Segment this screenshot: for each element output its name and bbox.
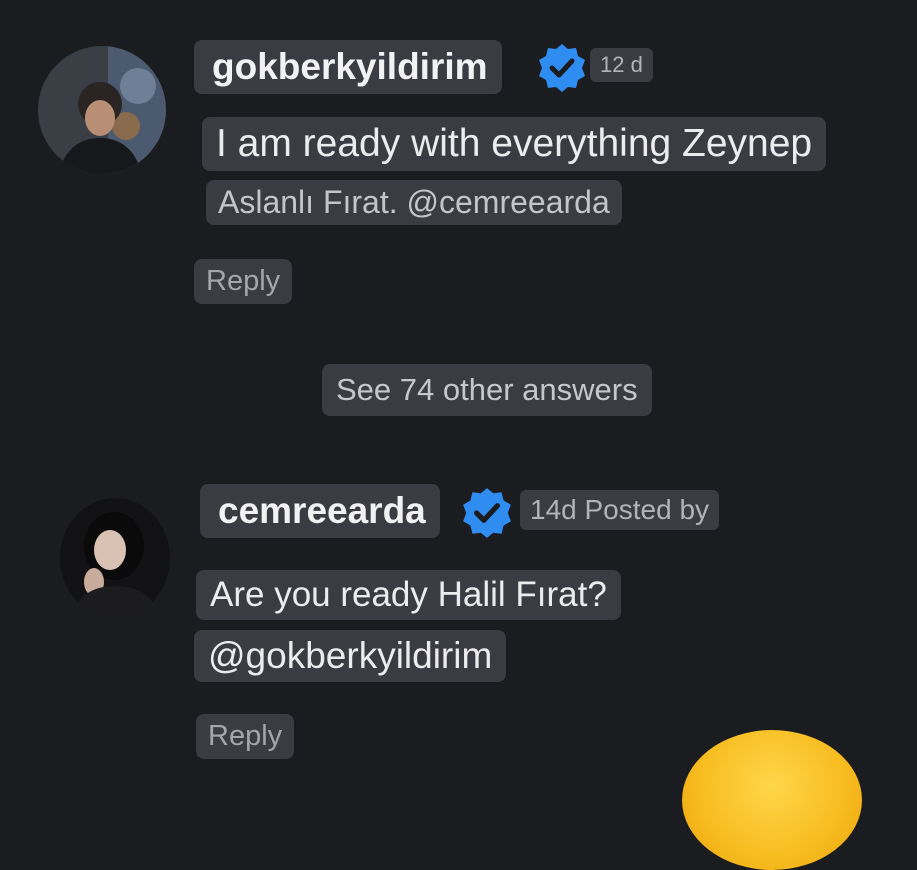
verified-badge-icon	[463, 488, 511, 538]
avatar[interactable]	[38, 46, 166, 174]
timestamp: 12 d	[590, 48, 653, 82]
verified-badge-icon	[539, 44, 585, 92]
emoji-icon	[682, 730, 862, 870]
see-more-answers-button[interactable]: See 74 other answers	[322, 364, 652, 416]
mention-link[interactable]: @gokberkyildirim	[194, 630, 507, 682]
reply-button[interactable]: Reply	[194, 259, 293, 304]
comment-text: I am ready with everything Zeynep	[202, 117, 827, 171]
reply-button[interactable]: Reply	[196, 714, 295, 759]
username[interactable]: gokberkyildirim	[194, 40, 502, 94]
avatar[interactable]	[60, 498, 170, 618]
avatar-photo	[38, 46, 166, 174]
comment-text-continued: Aslanlı Fırat. @cemreearda	[206, 180, 622, 225]
comment-text: Are you ready Halil Fırat?	[196, 570, 621, 620]
username[interactable]: cemreearda	[200, 484, 440, 538]
avatar-photo	[60, 498, 170, 618]
timestamp: 14d Posted by	[520, 490, 720, 530]
